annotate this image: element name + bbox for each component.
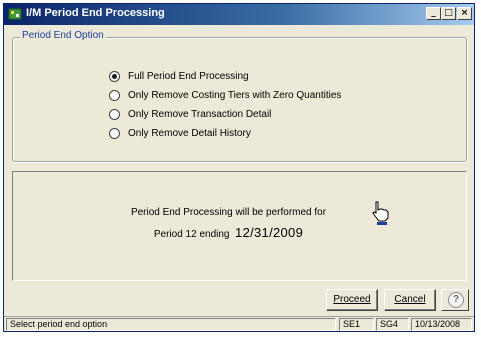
close-button[interactable]: × [457, 7, 472, 20]
group-legend: Period End Option [20, 30, 106, 41]
status-user: SG4 [376, 318, 409, 331]
radio-label[interactable]: Only Remove Transaction Detail [128, 109, 271, 120]
help-button[interactable]: ? [441, 289, 469, 311]
radio-button[interactable] [109, 70, 120, 82]
proceed-button[interactable]: Proceed [326, 289, 378, 311]
minimize-button[interactable]: _ [426, 7, 441, 20]
period-label: Period 12 ending [153, 229, 230, 240]
period-ending-line: Period 12 ending 12/31/2009 [13, 225, 468, 240]
radio-remove-detail-history[interactable]: Only Remove Detail History [109, 125, 251, 141]
radio-button[interactable] [109, 127, 120, 139]
period-end-date: 12/31/2009 [235, 225, 304, 240]
hand-pointer-icon [372, 201, 389, 225]
maximize-button[interactable]: □ [441, 7, 456, 20]
radio-full-period-end[interactable]: Full Period End Processing [109, 68, 249, 84]
status-message: Select period end option [6, 318, 336, 331]
period-end-window: I/M Period End Processing _ □ × Period E… [3, 3, 475, 332]
radio-remove-costing-tiers[interactable]: Only Remove Costing Tiers with Zero Quan… [109, 87, 341, 103]
status-company: SE1 [339, 318, 374, 331]
radio-label[interactable]: Only Remove Detail History [128, 128, 251, 139]
info-message: Period End Processing will be performed … [130, 207, 327, 218]
radio-selected-dot [112, 73, 117, 79]
help-icon: ? [448, 292, 464, 308]
window-title: I/M Period End Processing [26, 7, 165, 19]
status-date: 10/13/2008 [411, 318, 472, 331]
info-panel: Period End Processing will be performed … [12, 171, 467, 281]
title-bar[interactable]: I/M Period End Processing _ □ × [4, 4, 474, 25]
radio-button[interactable] [109, 108, 120, 120]
cancel-button[interactable]: Cancel [384, 289, 436, 311]
radio-remove-transaction-detail[interactable]: Only Remove Transaction Detail [109, 106, 271, 122]
radio-button[interactable] [109, 89, 120, 101]
status-bar: Select period end option SE1 SG4 10/13/2… [4, 316, 474, 332]
radio-label[interactable]: Full Period End Processing [128, 71, 249, 82]
app-icon [8, 8, 22, 20]
radio-label[interactable]: Only Remove Costing Tiers with Zero Quan… [128, 90, 341, 101]
